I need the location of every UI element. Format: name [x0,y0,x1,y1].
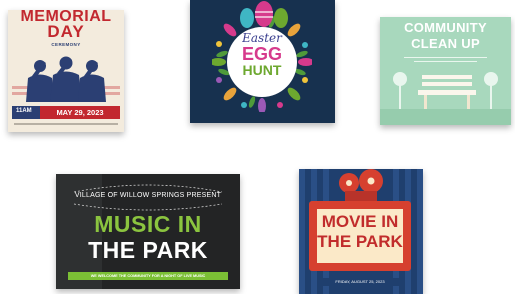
music-banner: WE WELCOME THE COMMUNITY FOR A NIGHT OF … [68,272,228,280]
easter-title-line1: Easter [242,31,282,45]
memorial-subtitle: CEREMONY [51,42,81,47]
music-in-the-park-flyer[interactable]: VILLAGE OF WILLOW SPRINGS PRESENT MUSIC … [56,174,240,289]
easter-title-line3: HUNT [242,62,282,78]
movie-date: FRIDAY, AUGUST 25, 2023 [317,278,403,286]
easter-title-line2: EGG [241,44,282,64]
memorial-date: MAY 29, 2023 [40,106,120,119]
cleanup-title-line1: COMMUNITY [404,20,487,35]
easter-eggs-icon [240,1,288,28]
music-title-line2: THE PARK [88,237,208,263]
movie-title-line2: THE PARK [317,232,403,251]
memorial-time: 11AM [16,108,32,114]
saluting-soldiers-illustration [12,56,120,102]
easter-egg-hunt-flyer[interactable]: Easter EGG HUNT [190,0,335,123]
memorial-title-line2: DAY [47,22,85,41]
memorial-fine-print [14,123,118,125]
movie-title-line1: MOVIE IN [321,212,399,231]
music-title-line1: MUSIC IN [94,211,202,237]
memorial-day-flyer[interactable]: MEMORIAL DAY CEREMONY 11AM MAY 29, 2023 [8,10,124,132]
park-bench-illustration [380,72,511,125]
cleanup-fine-print [404,57,487,58]
movie-in-the-park-flyer[interactable]: MOVIE IN THE PARK FRIDAY, AUGUST 25, 202… [299,169,423,294]
community-clean-up-flyer[interactable]: COMMUNITY CLEAN UP [380,17,511,125]
cleanup-title-line2: CLEAN UP [411,36,480,51]
cleanup-fine-print [414,61,477,62]
music-presenter: VILLAGE OF WILLOW SPRINGS PRESENT [74,192,222,199]
